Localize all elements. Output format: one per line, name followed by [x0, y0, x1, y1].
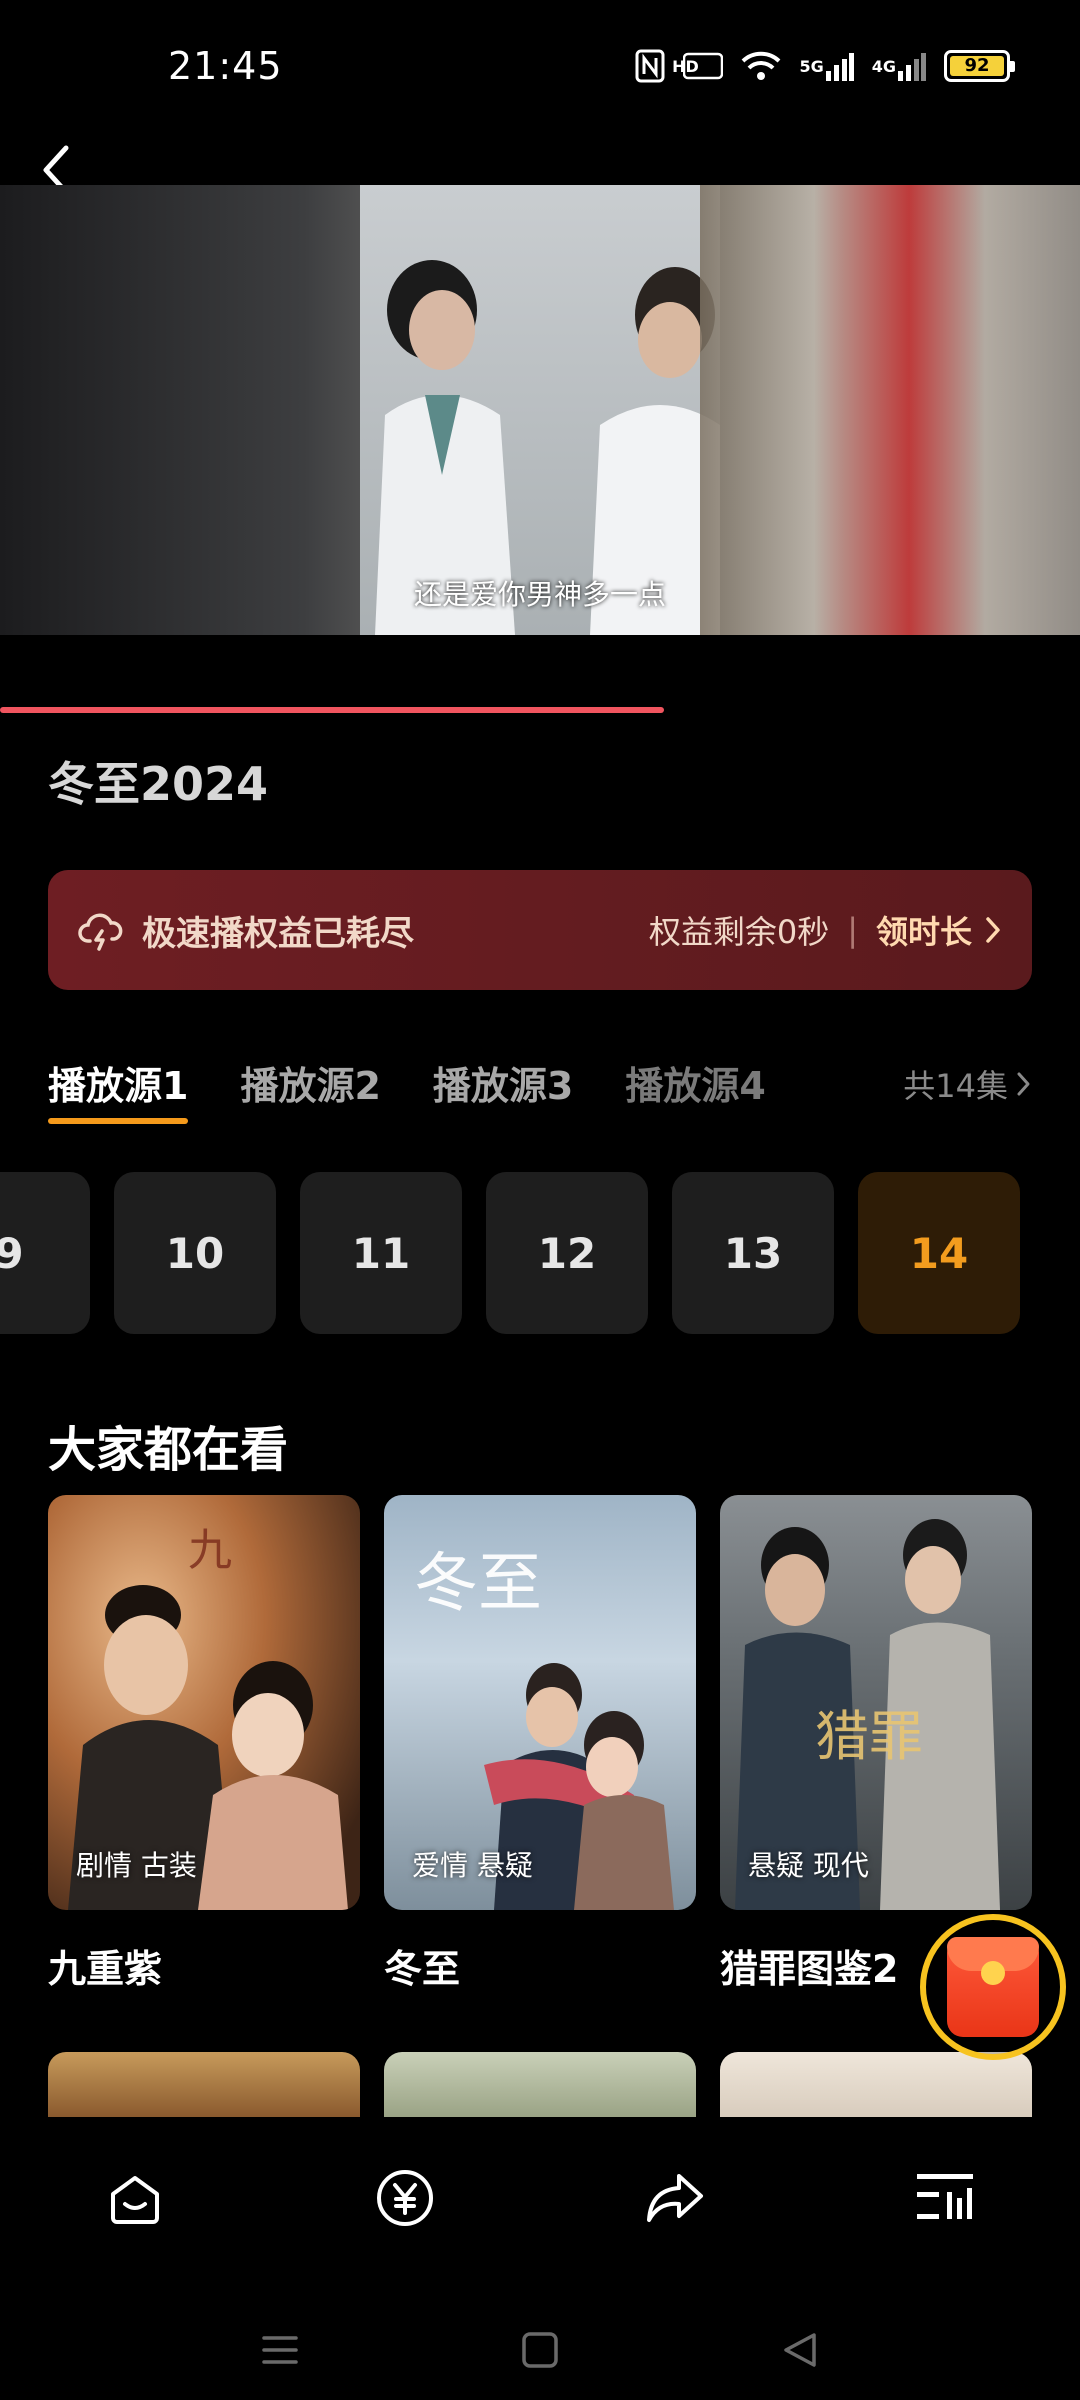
- playback-progress[interactable]: [0, 707, 1080, 713]
- network-4g-label: 4G: [871, 56, 896, 76]
- network-5g-label: 5G: [799, 56, 824, 76]
- home-icon: [111, 2175, 159, 2224]
- recent-apps-button[interactable]: [255, 2325, 305, 2375]
- list-bars-icon: [917, 2173, 973, 2219]
- home-button[interactable]: [95, 2158, 175, 2238]
- episode-button-current[interactable]: 14: [858, 1172, 1020, 1334]
- chevron-right-icon: [986, 917, 1000, 943]
- poster-tags: 悬疑 现代: [748, 1849, 869, 1882]
- bottom-action-bar: [0, 2125, 1080, 2270]
- nfc-icon: [635, 48, 665, 84]
- poster-image: 冬至 爱情 悬疑: [384, 1495, 696, 1910]
- card-title: 九重紫: [48, 1947, 163, 1991]
- episode-button[interactable]: 11: [300, 1172, 462, 1334]
- share-button[interactable]: [635, 2158, 715, 2238]
- video-player[interactable]: 还是爱你男神多一点: [0, 185, 1080, 635]
- red-envelope-button[interactable]: [920, 1914, 1066, 2060]
- svg-text:猎罪: 猎罪: [815, 1705, 923, 1768]
- red-envelope-icon: [947, 1937, 1039, 2037]
- home-system-button[interactable]: [515, 2325, 565, 2375]
- episode-list: 9 10 11 12 13 14: [0, 1172, 1080, 1334]
- status-bar: 21:45 HD 5G 4G 92: [0, 0, 1080, 140]
- recommend-card-partial[interactable]: [720, 2052, 1032, 2117]
- poster-tags: 剧情 古装: [76, 1849, 197, 1882]
- svg-text:九: 九: [188, 1525, 232, 1576]
- playback-progress-fill: [0, 707, 665, 713]
- episode-count-label: 共14集: [903, 1067, 1008, 1105]
- hd-label: HD: [672, 56, 699, 76]
- system-navigation: [0, 2300, 1080, 2400]
- recommend-card-partial[interactable]: [384, 2052, 696, 2117]
- poster-image: 九 剧情 古装: [48, 1495, 360, 1910]
- status-icons: HD 5G 4G 92: [635, 48, 1015, 84]
- banner-divider: |: [847, 911, 858, 949]
- card-title: 冬至: [384, 1947, 461, 1991]
- signal-4g-icon: 4G: [872, 48, 926, 84]
- speed-play-banner[interactable]: 极速播权益已耗尽 权益剩余0秒 | 领时长: [48, 870, 1032, 990]
- recommend-section-title: 大家都在看: [48, 1422, 289, 1478]
- triangle-back-icon: [784, 2333, 816, 2367]
- recommend-card[interactable]: 九 剧情 古装 九重紫: [48, 1495, 360, 1993]
- battery-icon: 92: [944, 50, 1015, 82]
- battery-level: 92: [950, 56, 1004, 76]
- episode-button[interactable]: 13: [672, 1172, 834, 1334]
- episode-button[interactable]: 9: [0, 1172, 90, 1334]
- episode-button[interactable]: 10: [114, 1172, 276, 1334]
- chevron-right-icon: [1017, 1072, 1030, 1096]
- episodes-menu-button[interactable]: [905, 2158, 985, 2238]
- recommend-card-partial[interactable]: [48, 2052, 360, 2117]
- video-subtitle: 还是爱你男神多一点: [413, 578, 666, 611]
- signal-5g-icon: 5G: [799, 48, 854, 84]
- svg-text:冬至: 冬至: [414, 1547, 542, 1621]
- source-tabs: 播放源1 播放源2 播放源3 播放源4 共14集: [48, 1055, 1032, 1125]
- back-system-button[interactable]: [775, 2325, 825, 2375]
- poster-image: 猎罪 悬疑 现代: [720, 1495, 1032, 1910]
- tab-source-4[interactable]: 播放源4: [625, 1055, 765, 1110]
- share-arrow-icon: [647, 2173, 703, 2222]
- cloud-bolt-icon: [78, 913, 123, 951]
- banner-text: 极速播权益已耗尽: [142, 913, 414, 954]
- wifi-icon: [741, 48, 781, 84]
- menu-icon: [262, 2336, 298, 2364]
- recommend-card[interactable]: 冬至 爱情 悬疑 冬至: [384, 1495, 696, 1993]
- claim-time-link[interactable]: 领时长: [876, 907, 972, 953]
- episode-button[interactable]: 12: [486, 1172, 648, 1334]
- poster-tags: 爱情 悬疑: [412, 1849, 533, 1882]
- tab-source-2[interactable]: 播放源2: [240, 1055, 380, 1110]
- tab-source-3[interactable]: 播放源3: [433, 1055, 573, 1110]
- square-icon: [522, 2332, 558, 2368]
- yen-coin-icon: [377, 2169, 433, 2226]
- episode-count-link[interactable]: 共14集: [903, 1061, 1032, 1107]
- hd-icon: HD: [672, 48, 724, 84]
- show-title: 冬至2024: [48, 757, 269, 811]
- banner-remaining: 权益剩余0秒: [648, 913, 830, 951]
- status-time: 21:45: [168, 44, 283, 88]
- tab-source-1[interactable]: 播放源1: [48, 1055, 189, 1124]
- coin-button[interactable]: [365, 2158, 445, 2238]
